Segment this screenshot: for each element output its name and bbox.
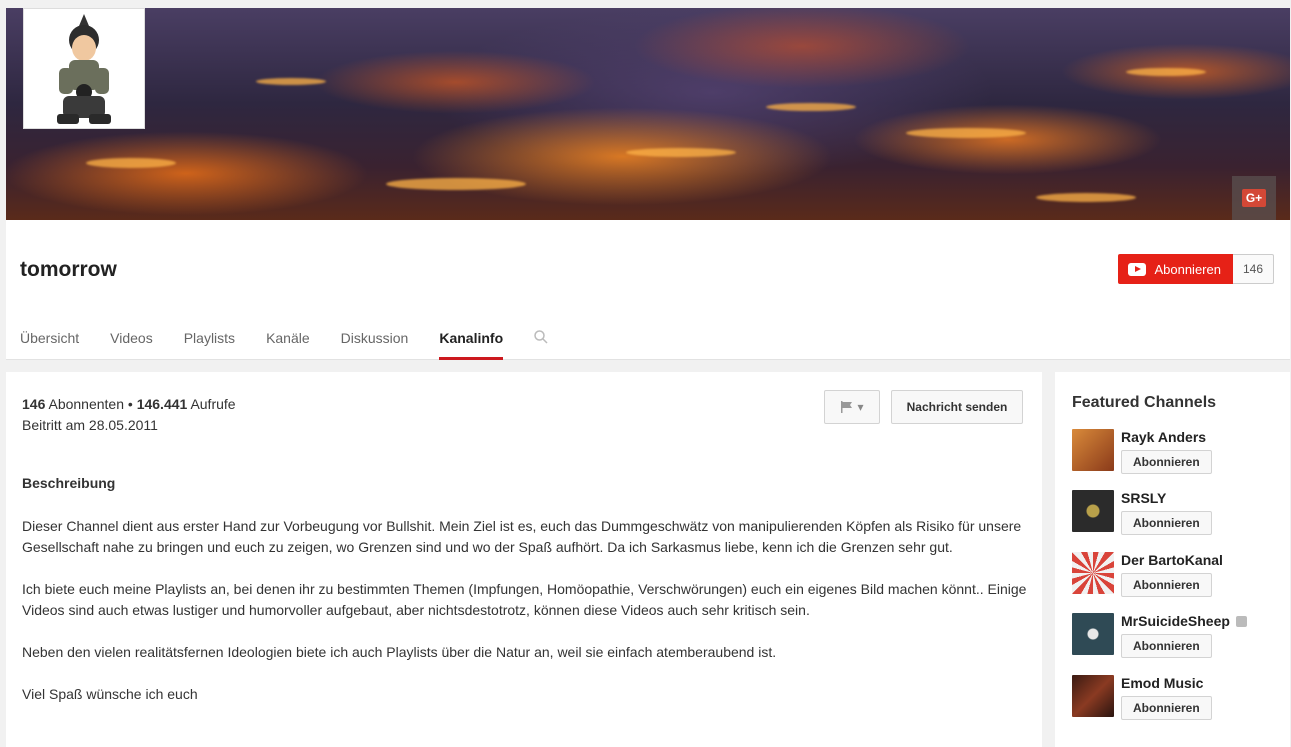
subscribe-widget: Abonnieren 146: [1118, 254, 1274, 284]
stats-line: 146 Abonnenten • 146.441 Aufrufe: [22, 394, 236, 415]
description-paragraph: Viel Spaß wünsche ich euch: [22, 686, 198, 702]
lava-glow: [1036, 193, 1136, 202]
featured-channels-title: Featured Channels: [1072, 394, 1217, 411]
tab-channels[interactable]: Kanäle: [266, 330, 310, 360]
description-paragraph: Neben den vielen realitätsfernen Ideolog…: [22, 644, 777, 660]
tab-playlists[interactable]: Playlists: [184, 330, 235, 360]
channel-tabs: Übersicht Videos Playlists Kanäle Diskus…: [20, 330, 548, 360]
tab-discussion[interactable]: Diskussion: [341, 330, 409, 360]
stats-separator: •: [127, 396, 133, 412]
lava-glow: [256, 78, 326, 85]
tab-overview[interactable]: Übersicht: [20, 330, 79, 360]
avatar-character-image: [57, 14, 111, 124]
description-paragraph: Dieser Channel dient aus erster Hand zur…: [22, 518, 1022, 555]
lava-glow: [906, 128, 1026, 138]
featured-channel-name[interactable]: MrSuicideSheep: [1121, 613, 1247, 629]
description-paragraph: Ich biete euch meine Playlists an, bei d…: [22, 581, 1027, 618]
lava-glow: [1126, 68, 1206, 76]
lava-glow: [386, 178, 526, 190]
featured-channel-item: Der BartoKanal Abonnieren: [1072, 552, 1223, 597]
google-plus-link[interactable]: G+: [1232, 176, 1276, 220]
verified-icon: [1235, 615, 1247, 627]
featured-channel-name-text: MrSuicideSheep: [1121, 613, 1230, 629]
send-message-button[interactable]: Nachricht senden: [891, 390, 1023, 424]
featured-subscribe-button[interactable]: Abonnieren: [1121, 696, 1212, 720]
report-flag-button[interactable]: ▾: [824, 390, 880, 424]
featured-channel-name[interactable]: Der BartoKanal: [1121, 552, 1223, 568]
channel-banner: [6, 8, 1290, 220]
channel-thumbnail[interactable]: [1072, 552, 1114, 594]
channel-stats: 146 Abonnenten • 146.441 Aufrufe Beitrit…: [22, 394, 236, 436]
google-plus-icon: G+: [1241, 189, 1267, 207]
subscriber-total: 146: [22, 396, 46, 412]
channel-title: tomorrow: [20, 258, 117, 281]
featured-channel-name[interactable]: SRSLY: [1121, 490, 1212, 506]
featured-subscribe-button[interactable]: Abonnieren: [1121, 450, 1212, 474]
tab-about[interactable]: Kanalinfo: [439, 330, 504, 360]
youtube-play-icon: [1128, 262, 1147, 276]
subscriber-label: Abonnenten: [48, 396, 125, 412]
featured-channels-sidebar: Featured Channels Rayk Anders Abonnieren…: [1055, 372, 1290, 747]
about-section: 146 Abonnenten • 146.441 Aufrufe Beitrit…: [6, 372, 1042, 747]
channel-thumbnail[interactable]: [1072, 490, 1114, 532]
search-icon[interactable]: [534, 330, 548, 360]
view-total: 146.441: [136, 396, 188, 412]
featured-channel-item: Emod Music Abonnieren: [1072, 675, 1212, 720]
channel-thumbnail[interactable]: [1072, 613, 1114, 655]
joined-date: Beitritt am 28.05.2011: [22, 417, 158, 433]
featured-subscribe-button[interactable]: Abonnieren: [1121, 511, 1212, 535]
featured-channel-name[interactable]: Rayk Anders: [1121, 429, 1212, 445]
subscriber-count: 146: [1232, 254, 1274, 284]
subscribe-button[interactable]: Abonnieren: [1118, 254, 1233, 284]
featured-channel-item: MrSuicideSheep Abonnieren: [1072, 613, 1247, 658]
featured-channel-item: Rayk Anders Abonnieren: [1072, 429, 1212, 474]
channel-thumbnail[interactable]: [1072, 675, 1114, 717]
lava-glow: [86, 158, 176, 168]
description-heading: Beschreibung: [22, 475, 116, 491]
subscribe-label: Abonnieren: [1154, 261, 1221, 277]
lava-glow: [766, 103, 856, 111]
channel-description: Dieser Channel dient aus erster Hand zur…: [22, 516, 1032, 726]
channel-thumbnail[interactable]: [1072, 429, 1114, 471]
lava-glow: [626, 148, 736, 157]
views-label: Aufrufe: [190, 396, 236, 412]
flag-icon: [841, 401, 853, 413]
chevron-down-icon: ▾: [857, 400, 864, 414]
featured-subscribe-button[interactable]: Abonnieren: [1121, 634, 1212, 658]
channel-header: tomorrow Abonnieren 146 Übersicht Videos…: [6, 220, 1290, 360]
channel-avatar[interactable]: [23, 8, 145, 129]
featured-subscribe-button[interactable]: Abonnieren: [1121, 573, 1212, 597]
featured-channel-item: SRSLY Abonnieren: [1072, 490, 1212, 535]
tab-videos[interactable]: Videos: [110, 330, 153, 360]
featured-channel-name[interactable]: Emod Music: [1121, 675, 1212, 691]
